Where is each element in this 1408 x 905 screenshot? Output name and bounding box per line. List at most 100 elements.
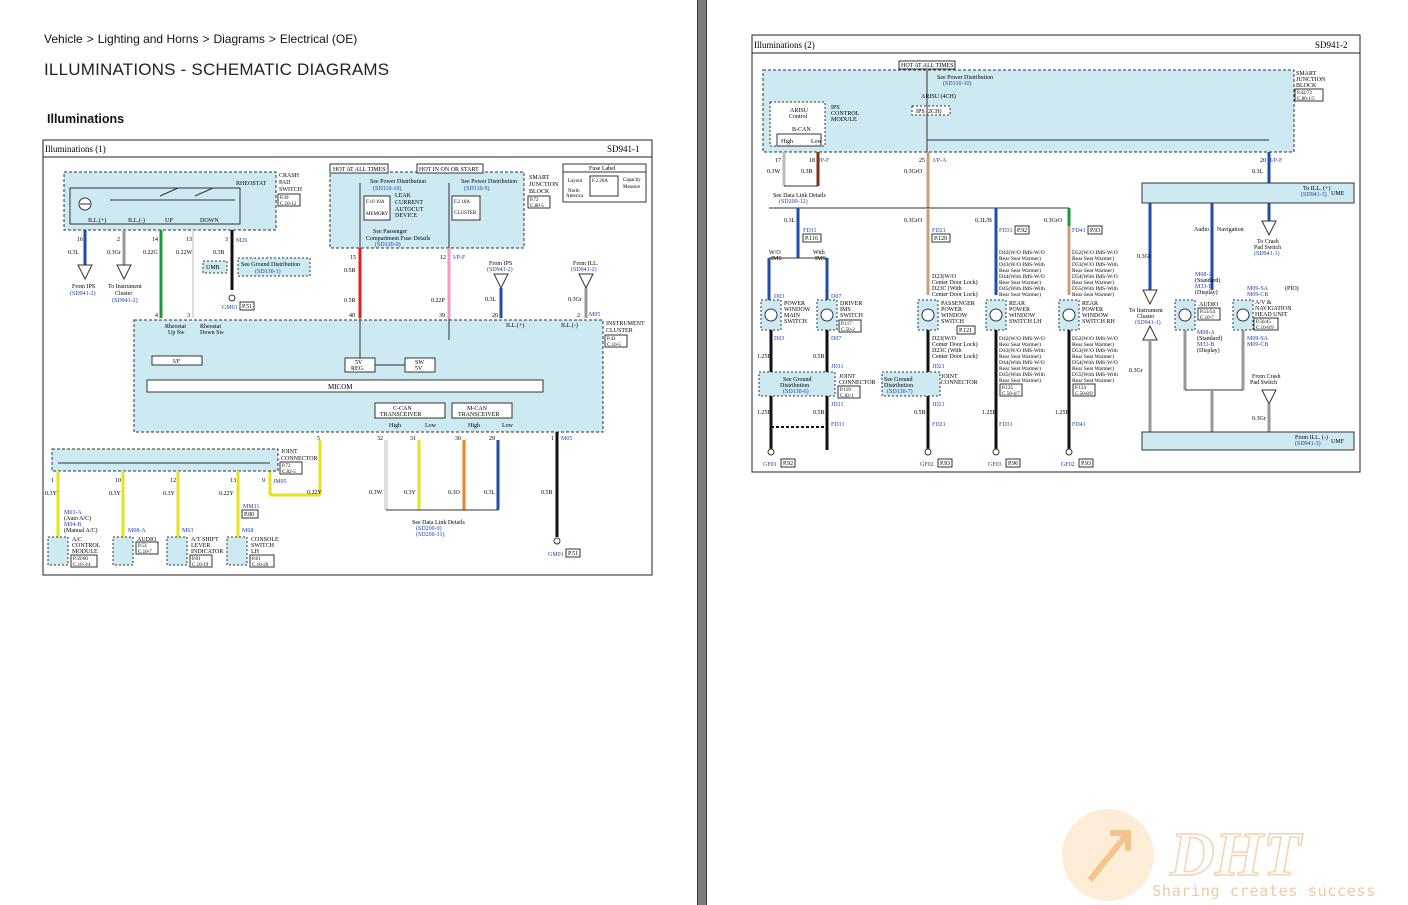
svg-text:16: 16	[77, 237, 83, 243]
svg-text:M05: M05	[589, 312, 600, 318]
svg-text:20: 20	[1260, 158, 1266, 164]
svg-text:(SD941-2): (SD941-2)	[487, 266, 513, 273]
svg-text:REG.: REG.	[351, 366, 365, 372]
svg-text:2: 2	[117, 237, 120, 243]
watermark-slogan: Sharing creates success	[1152, 882, 1376, 900]
svg-text:FD41: FD41	[1072, 422, 1086, 428]
svg-text:3: 3	[187, 313, 190, 319]
svg-text:0.3Gr: 0.3Gr	[568, 297, 582, 303]
svg-text:Rear Seat Warmer): Rear Seat Warmer)	[999, 279, 1041, 286]
svg-text:SWITCH: SWITCH	[279, 187, 303, 193]
svg-text:CONNECTOR: CONNECTOR	[281, 456, 318, 462]
svg-text:4: 4	[155, 313, 158, 319]
svg-text:0.3B: 0.3B	[801, 169, 813, 175]
svg-text:13: 13	[230, 478, 236, 484]
svg-text:CURRENT: CURRENT	[395, 200, 423, 206]
svg-text:25: 25	[919, 158, 925, 164]
svg-text:P.72: P.72	[282, 464, 291, 469]
svg-text:CONNECTOR: CONNECTOR	[941, 380, 978, 386]
svg-text:To Instrument: To Instrument	[108, 284, 142, 290]
svg-text:Rear Seat Warmer): Rear Seat Warmer)	[1072, 353, 1114, 360]
svg-text:ARISU (4CH): ARISU (4CH)	[921, 93, 956, 100]
svg-text:High: High	[389, 423, 401, 429]
svg-text:1.25B: 1.25B	[757, 354, 772, 360]
svg-text:DOWN: DOWN	[200, 218, 219, 224]
svg-text:0.3W: 0.3W	[767, 169, 781, 175]
svg-text:I/P-A: I/P-A	[933, 158, 947, 164]
svg-text:12: 12	[440, 255, 446, 261]
svg-text:0.3Gr: 0.3Gr	[1252, 416, 1266, 422]
svg-text:SWITCH RH: SWITCH RH	[1082, 319, 1116, 325]
svg-text:SWITCH: SWITCH	[840, 313, 864, 319]
svg-text:1: 1	[551, 436, 554, 442]
svg-text:30: 30	[455, 436, 461, 442]
svg-text:0.3Gr: 0.3Gr	[107, 250, 121, 256]
svg-text:0.5R: 0.5R	[344, 298, 356, 304]
svg-text:ILL.(+): ILL.(+)	[506, 322, 524, 329]
svg-text:High: High	[468, 423, 480, 429]
svg-text:P.124: P.124	[1075, 386, 1086, 391]
svg-text:B-CAN: B-CAN	[792, 127, 811, 133]
svg-text:D53(W/O IMS-With: D53(W/O IMS-With	[1072, 347, 1118, 354]
svg-text:1.25B: 1.25B	[982, 410, 997, 416]
svg-text:P.51: P.51	[568, 551, 578, 557]
svg-text:0.3Y: 0.3Y	[404, 490, 417, 496]
svg-text:D03: D03	[774, 336, 784, 342]
svg-text:D42(W/O IMS-W/O: D42(W/O IMS-W/O	[999, 335, 1045, 342]
diagram2-code: SD941-2	[1315, 40, 1348, 50]
svg-text:C.82-1: C.82-1	[840, 394, 854, 399]
svg-text:5V: 5V	[415, 366, 423, 372]
svg-text:JOINT: JOINT	[281, 449, 298, 455]
svg-text:Rear Seat Warmer): Rear Seat Warmer)	[1072, 365, 1114, 372]
svg-text:2: 2	[577, 313, 580, 319]
diagram2-title: Illuminations (2)	[754, 40, 815, 50]
svg-text:IPS (2CH): IPS (2CH)	[916, 108, 942, 115]
svg-text:Low: Low	[425, 423, 437, 429]
svg-text:(Display): (Display)	[1197, 347, 1220, 354]
svg-text:F.10 10A: F.10 10A	[366, 200, 385, 205]
svg-text:UME: UME	[1331, 191, 1345, 197]
svg-text:GF01: GF01	[763, 462, 777, 468]
svg-text:HOT IN ON OR START: HOT IN ON OR START	[419, 167, 479, 173]
svg-text:I/P-F: I/P-F	[453, 255, 466, 261]
svg-text:Audio: Audio	[1194, 227, 1209, 233]
svg-text:Measure: Measure	[623, 185, 641, 190]
svg-text:CONNECTOR: CONNECTOR	[839, 380, 876, 386]
svg-text:Rear Seat Warmer): Rear Seat Warmer)	[999, 353, 1041, 360]
svg-text:P.92: P.92	[1017, 228, 1027, 234]
svg-text:0.22Y: 0.22Y	[219, 491, 235, 497]
svg-text:MEMORY: MEMORY	[366, 212, 389, 217]
svg-text:Rear Seat Warmer): Rear Seat Warmer)	[1072, 255, 1114, 262]
svg-text:FD31: FD31	[999, 422, 1013, 428]
svg-text:0.5R: 0.5R	[344, 268, 356, 274]
svg-text:P.117: P.117	[841, 322, 852, 327]
svg-text:SWITCH LH: SWITCH LH	[1009, 319, 1042, 325]
svg-text:UMF: UMF	[1331, 439, 1345, 445]
svg-text:P.119: P.119	[840, 388, 851, 393]
svg-text:GF03: GF03	[988, 462, 1002, 468]
svg-text:INDICATOR: INDICATOR	[191, 549, 223, 555]
page-gutter	[697, 0, 707, 905]
svg-text:(SD130-1): (SD130-1)	[255, 268, 281, 275]
svg-text:ILL.(+): ILL.(+)	[88, 217, 106, 224]
svg-text:0.22P: 0.22P	[431, 298, 446, 304]
svg-text:TRANSCEIVER: TRANSCEIVER	[380, 412, 421, 418]
svg-text:CLUSTER: CLUSTER	[454, 211, 477, 216]
svg-text:0.3Y: 0.3Y	[163, 491, 176, 497]
svg-text:C.50-8/9: C.50-8/9	[1075, 392, 1093, 397]
svg-text:FD21: FD21	[932, 422, 946, 428]
svg-text:0.3Y: 0.3Y	[109, 491, 122, 497]
svg-text:0.22Y: 0.22Y	[307, 490, 323, 496]
svg-text:Rear Seat Warmer): Rear Seat Warmer)	[999, 255, 1041, 262]
svg-text:0.3Y: 0.3Y	[45, 491, 58, 497]
svg-text:0.5B: 0.5B	[541, 490, 553, 496]
svg-text:See Passenger: See Passenger	[373, 229, 407, 235]
svg-text:SWITCH: SWITCH	[941, 319, 965, 325]
svg-text:M26: M26	[236, 238, 247, 244]
svg-text:D07: D07	[831, 336, 841, 342]
svg-text:P.59/60: P.59/60	[73, 557, 88, 562]
svg-text:To ILL. (+): To ILL. (+)	[1303, 185, 1330, 192]
svg-text:(SD200-11): (SD200-11)	[416, 531, 444, 538]
svg-text:D43(W/O IMS-With: D43(W/O IMS-With	[999, 347, 1045, 354]
svg-text:(SD200-12): (SD200-12)	[779, 198, 808, 205]
